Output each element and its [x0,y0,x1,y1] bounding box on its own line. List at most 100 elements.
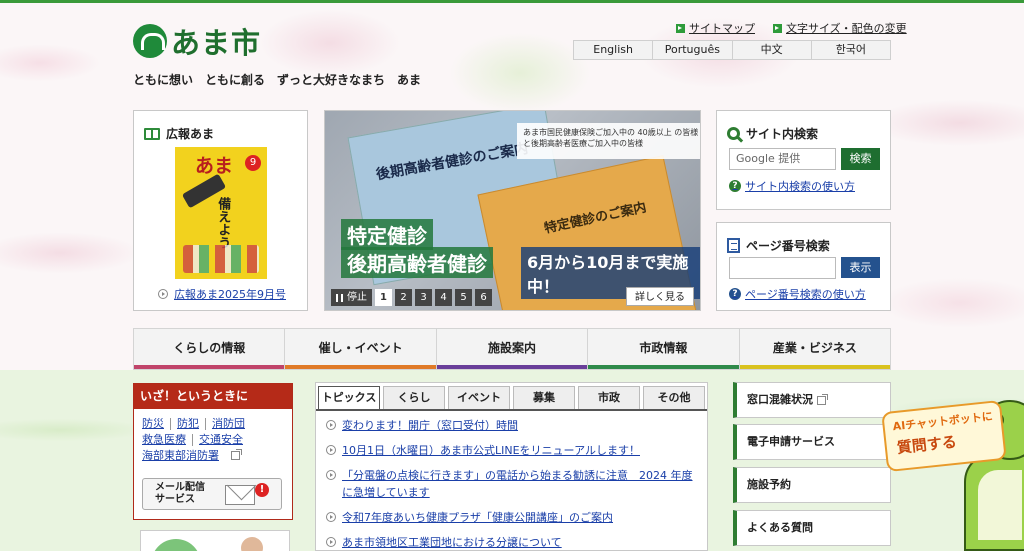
site-search-button[interactable]: 検索 [841,148,880,170]
stop-label: 停止 [347,292,367,303]
help-icon: ? [729,288,741,300]
slide-page-6[interactable]: 6 [475,289,492,306]
page-number-input[interactable] [729,257,836,279]
koho-title-label: 広報あま [166,127,215,141]
envelope-icon [225,485,255,505]
cover-issue-number: 9 [245,155,261,171]
tab-events[interactable]: イベント [448,386,510,409]
koho-ama-panel: 広報あま あま 9 備えよう 広報あま2025年9月号 [133,110,308,311]
sitemap-link[interactable]: サイトマップ [676,20,755,36]
koho-issue-link[interactable]: 広報あま2025年9月号 [158,286,286,302]
lang-chinese[interactable]: 中文 [733,41,812,59]
emergency-link-medical[interactable]: 救急医療 [142,434,193,446]
service-counter-congestion-label: 窓口混雑状況 [747,393,813,406]
slideshow-controls: 停止 1 2 3 4 5 6 [331,289,492,306]
mail-service-button[interactable]: メール配信 サービス ! [142,478,282,510]
tab-recruitment[interactable]: 募集 [513,386,575,409]
tab-living[interactable]: くらし [383,386,445,409]
tab-topics[interactable]: トピックス [318,386,380,409]
emergency-link-crime[interactable]: 防犯 [177,418,206,430]
lang-korean[interactable]: 한국어 [812,41,890,59]
site-search-title-label: サイト内検索 [746,127,819,141]
emergency-link-traffic[interactable]: 交通安全 [199,434,249,446]
topic-link[interactable]: 令和7年度あいち健康プラザ「健康公開講座」のご案内 [342,509,702,526]
gnav-facilities-label: 施設案内 [488,341,537,355]
search-icon [727,127,740,140]
gnav-facilities[interactable]: 施設案内 [436,329,589,369]
gnav-living-label: くらしの情報 [173,341,246,355]
service-e-application-label: 電子申請サービス [747,435,835,448]
gnav-color-bar [285,365,436,369]
slide-page-4[interactable]: 4 [435,289,452,306]
gnav-business-label: 産業・ビジネス [772,341,857,355]
topic-link[interactable]: 変わります！開庁（窓口受付）時間 [342,417,702,434]
list-item[interactable]: あま市領地区工業団地における分譲について [326,534,707,551]
cover-title: あま [195,155,234,177]
mail-service-line-2: サービス [155,494,195,505]
mail-service-label: メール配信 サービス [155,482,205,506]
mascot-belly [978,470,1022,540]
text-size-color-link[interactable]: 文字サイズ・配色の変更 [773,20,907,36]
service-faq[interactable]: よくある質問 [733,510,891,546]
ai-chatbot-button[interactable]: AIチャットボットに 質問する [881,399,1007,473]
city-emblem-icon [133,24,167,58]
emergency-link-fire-brigade[interactable]: 消防団 [212,418,251,430]
site-logo[interactable]: あま市 [133,20,261,62]
gnav-business[interactable]: 産業・ビジネス [739,329,891,369]
external-link-icon [817,393,828,405]
lang-english[interactable]: English [574,41,654,59]
gnav-living[interactable]: くらしの情報 [134,329,286,369]
mayor-photo [241,537,263,551]
slideshow-stop-button[interactable]: 停止 [331,289,372,306]
tab-city-admin[interactable]: 市政 [578,386,640,409]
arrow-square-icon [676,23,685,33]
list-item[interactable]: 令和7年度あいち健康プラザ「健康公開講座」のご案内 [326,509,707,526]
koho-cover-image[interactable]: あま 9 備えよう [175,147,267,279]
service-counter-congestion[interactable]: 窓口混雑状況 [733,382,891,418]
slide-page-1[interactable]: 1 [375,289,392,306]
sitemap-link-label: サイトマップ [689,22,755,35]
language-selector: English Português 中文 한국어 [573,40,891,60]
service-facility-booking-label: 施設予約 [747,478,791,491]
help-icon: ? [729,180,741,192]
chatbot-label-2: 質問する [896,432,958,457]
slide-page-3[interactable]: 3 [415,289,432,306]
gnav-color-bar [588,365,739,369]
circle-arrow-icon [326,537,336,547]
service-facility-booking[interactable]: 施設予約 [733,467,891,503]
emergency-link-fire-station[interactable]: 海部東部消防署 [142,450,225,462]
arrow-square-icon [773,23,782,33]
list-item[interactable]: 10月1日（水曜日）あま市公式LINEをリニューアルします！ [326,442,707,459]
gnav-events[interactable]: 催し・イベント [285,329,437,369]
gnav-city-info-label: 市政情報 [639,341,688,355]
slide-headline-1: 特定健診 [341,219,433,250]
page-search-help-link[interactable]: ? ページ番号検索の使い方 [729,286,866,302]
gnav-city-info[interactable]: 市政情報 [588,329,740,369]
chatbot-label-1: AIチャットボットに [892,409,994,434]
page-search-title-label: ページ番号検索 [746,239,830,253]
emergency-title: いざ！というときに [134,384,292,409]
topic-link[interactable]: あま市領地区工業団地における分譲について [342,534,702,551]
topic-link[interactable]: 「分電盤の点検に行きます」の電話から始まる勧誘に注意 2024 年度に急増してい… [342,467,702,501]
banner-slideshow[interactable]: 後期高齢者健診のご案内 特定健診のご案内 あま市国民健康保険ご加入中の 40歳以… [324,110,701,311]
koho-title: 広報あま [144,125,214,142]
emergency-link-disaster[interactable]: 防災 [142,418,171,430]
list-item[interactable]: 変わります！開庁（窓口受付）時間 [326,417,707,434]
logo-shape-icon [151,539,201,551]
list-item[interactable]: 「分電盤の点検に行きます」の電話から始まる勧誘に注意 2024 年度に急増してい… [326,467,707,501]
topics-panel: トピックス くらし イベント 募集 市政 その他 変わります！開庁（窓口受付）時… [315,382,708,551]
slide-page-5[interactable]: 5 [455,289,472,306]
slide-page-2[interactable]: 2 [395,289,412,306]
tab-other[interactable]: その他 [643,386,705,409]
lang-portuguese[interactable]: Português [653,41,733,59]
page-number-show-button[interactable]: 表示 [841,257,880,278]
slide-more-button[interactable]: 詳しく見る [626,287,694,306]
service-e-application[interactable]: 電子申請サービス [733,424,891,460]
site-search-help-link[interactable]: ? サイト内検索の使い方 [729,178,855,194]
site-search-input[interactable]: Google 提供 [729,148,836,170]
site-search-help-label: サイト内検索の使い方 [745,180,855,193]
koho-issue-label: 広報あま2025年9月号 [174,288,286,301]
cover-headline: 備えよう [215,197,231,249]
topic-link[interactable]: 10月1日（水曜日）あま市公式LINEをリニューアルします！ [342,442,702,459]
mayor-banner[interactable] [140,530,290,551]
